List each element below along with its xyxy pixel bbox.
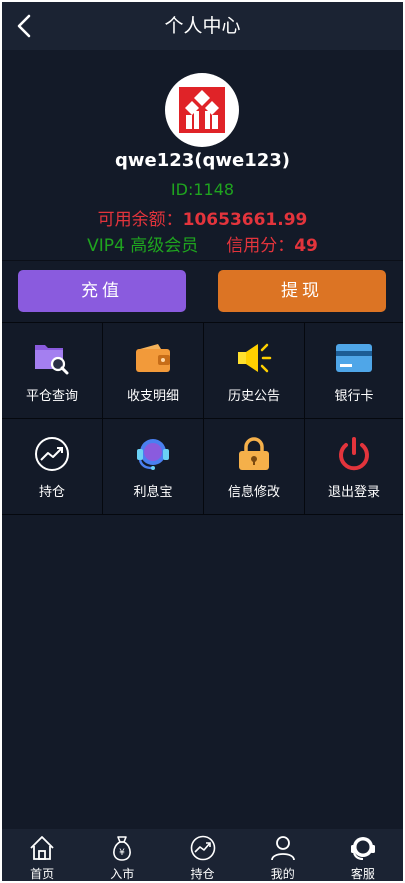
tab-home[interactable]: 首页 [2, 829, 82, 881]
tab-label: 我的 [270, 867, 295, 881]
vip-credit-line: VIP4 高级会员 信用分：49 [2, 231, 403, 256]
back-button[interactable] [10, 12, 38, 40]
chevron-left-icon [17, 14, 31, 38]
folder-search-icon [35, 345, 69, 375]
menu-item-label: 利息宝 [133, 485, 173, 500]
balance-line: 可用余额：10653661.99 [2, 205, 403, 230]
app-frame: 个人中心 qwe123(qwe123) ID:1148 可用余额：1065366… [2, 2, 403, 881]
headset-icon [350, 837, 375, 860]
avatar[interactable] [165, 73, 239, 147]
speaker-icon [238, 343, 272, 373]
home-icon [30, 836, 54, 860]
money-bag-icon: ¥ [113, 836, 132, 861]
menu-item-label: 银行卡 [334, 389, 374, 404]
user-id: ID:1148 [170, 180, 235, 199]
balance-label: 可用余额： [97, 210, 183, 230]
bottom-tab-bar: 首页 ¥ 入市 持仓 我的 客服 [2, 829, 403, 881]
username: qwe123(qwe123) [114, 150, 291, 171]
divider [2, 260, 403, 261]
page-title: 个人中心 [164, 15, 241, 37]
balance-value: 10653661.99 [182, 210, 308, 230]
menu-item-interest[interactable]: 利息宝 [103, 419, 204, 514]
tab-label: 持仓 [190, 867, 215, 881]
credit-label: 信用分： [226, 236, 295, 256]
menu-item-transactions[interactable]: 收支明细 [103, 323, 204, 418]
trend-chart-icon [35, 437, 69, 471]
credit-score: 信用分：49 [226, 236, 318, 256]
menu-item-label: 退出登录 [327, 485, 380, 500]
menu-item-label: 平仓查询 [25, 389, 78, 404]
menu-item-logout[interactable]: 退出登录 [305, 419, 403, 514]
tab-label: 首页 [30, 867, 55, 881]
menu-item-announcements[interactable]: 历史公告 [204, 323, 305, 418]
wallet-icon [136, 344, 170, 372]
tab-support[interactable]: 客服 [323, 829, 403, 881]
menu-row: 持仓 利息宝 信息修改 退出登录 [2, 419, 403, 515]
vip-level: VIP4 高级会员 [87, 236, 199, 256]
menu-item-edit-info[interactable]: 信息修改 [204, 419, 305, 514]
profile-section: qwe123(qwe123) ID:1148 可用余额：10653661.99 … [2, 50, 403, 260]
menu-item-close-query[interactable]: 平仓查询 [2, 323, 103, 418]
menu-item-label: 收支明细 [126, 389, 179, 404]
tab-label: 客服 [350, 867, 375, 881]
menu-item-label: 历史公告 [227, 389, 280, 404]
user-icon [270, 836, 295, 861]
withdraw-button[interactable]: 提现 [218, 270, 386, 312]
headset-icon [137, 439, 169, 470]
tab-positions[interactable]: 持仓 [162, 829, 242, 881]
trend-chart-icon [190, 835, 215, 861]
menu-item-bank-card[interactable]: 银行卡 [305, 323, 403, 418]
top-bar: 个人中心 [2, 2, 403, 50]
bank-card-icon [336, 344, 372, 372]
tab-label: 入市 [110, 867, 135, 881]
menu-row: 平仓查询 收支明细 历史公告 银行卡 [2, 323, 403, 419]
menu-grid: 平仓查询 收支明细 历史公告 银行卡 持仓 利息宝 信息修改 退出登录 [2, 322, 403, 515]
lock-icon [239, 437, 269, 470]
tab-market[interactable]: ¥ 入市 [82, 829, 162, 881]
menu-item-positions[interactable]: 持仓 [2, 419, 103, 514]
credit-value: 49 [294, 236, 318, 256]
logo-icon [179, 87, 225, 133]
menu-item-label: 信息修改 [227, 485, 280, 500]
menu-item-label: 持仓 [38, 485, 65, 500]
svg-text:¥: ¥ [119, 848, 125, 858]
recharge-button[interactable]: 充值 [18, 270, 186, 312]
tab-mine[interactable]: 我的 [243, 829, 323, 881]
power-icon [339, 437, 369, 471]
